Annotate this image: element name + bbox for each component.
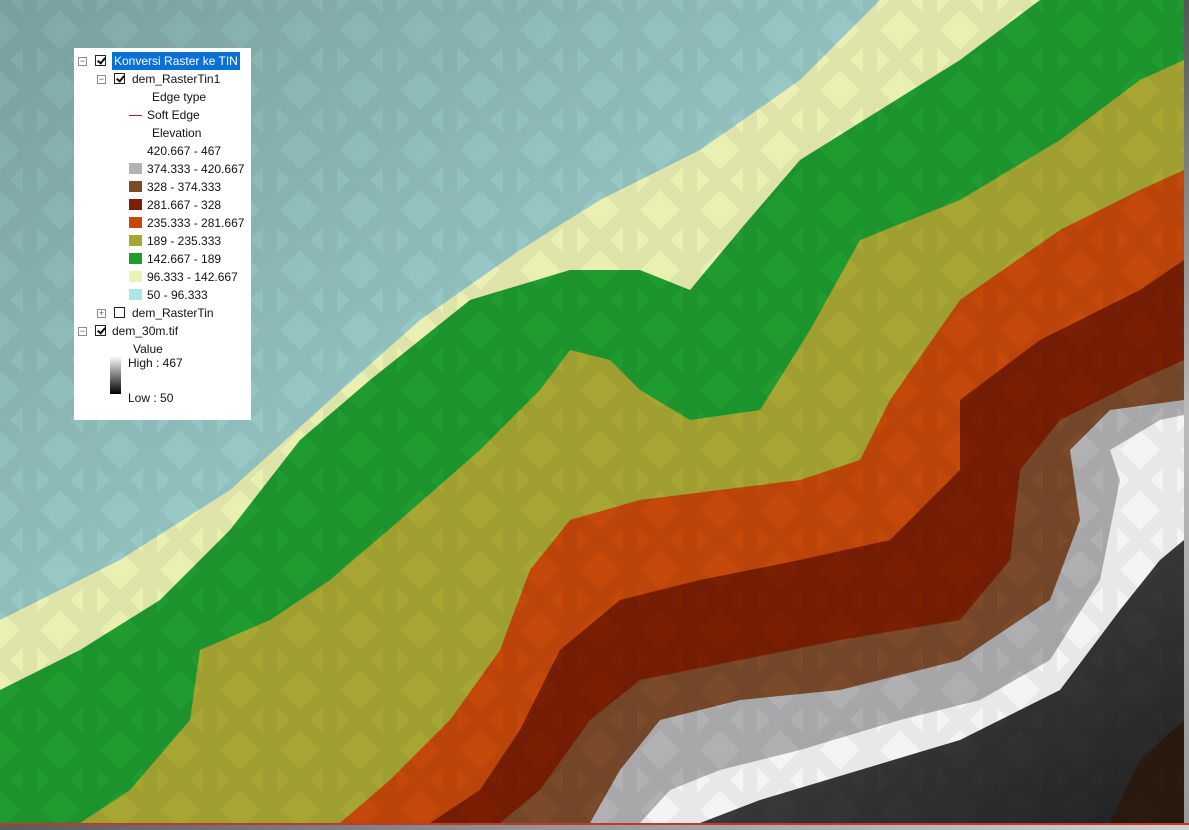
layer-visibility-checkbox[interactable] xyxy=(114,73,125,84)
class-color-swatch xyxy=(129,163,142,174)
collapse-icon[interactable]: − xyxy=(97,75,106,84)
group-label[interactable]: Konversi Raster ke TIN xyxy=(112,52,240,70)
window-edge-right xyxy=(1184,0,1189,830)
stretch-color-ramp xyxy=(110,356,121,394)
group-visibility-checkbox[interactable] xyxy=(95,55,106,66)
toc-layer-row[interactable]: − dem_30m.tif xyxy=(74,322,251,340)
toc-layer-row[interactable]: − dem_RasterTin1 xyxy=(74,70,251,88)
layer-name[interactable]: dem_30m.tif xyxy=(112,322,178,340)
class-range-label: 96.333 - 142.667 xyxy=(147,270,238,284)
class-color-swatch xyxy=(129,289,142,300)
collapse-icon[interactable]: − xyxy=(78,57,87,66)
class-color-swatch xyxy=(129,235,142,246)
layer-visibility-checkbox[interactable] xyxy=(114,307,125,318)
class-range-label: 235.333 - 281.667 xyxy=(147,216,245,230)
expand-icon[interactable]: + xyxy=(97,309,106,318)
class-color-swatch xyxy=(129,271,142,282)
class-color-swatch xyxy=(129,199,142,210)
soft-edge-line-symbol xyxy=(129,115,142,116)
class-color-swatch xyxy=(129,181,142,192)
legend-label: Soft Edge xyxy=(147,108,200,122)
class-range-label: 142.667 - 189 xyxy=(147,252,222,266)
legend-class-item: 142.667 - 189 xyxy=(74,250,251,268)
toc-group-row[interactable]: − Konversi Raster ke TIN xyxy=(74,52,251,70)
legend-class-item: 50 - 96.333 xyxy=(74,286,251,304)
legend-class-item: 374.333 - 420.667 xyxy=(74,160,251,178)
low-value-label: Low : 50 xyxy=(128,391,174,405)
layer-name[interactable]: dem_RasterTin1 xyxy=(132,70,220,88)
class-color-swatch xyxy=(129,217,142,228)
legend-class-item: 96.333 - 142.667 xyxy=(74,268,251,286)
layer-visibility-checkbox[interactable] xyxy=(95,325,106,336)
legend-class-item: 281.667 - 328 xyxy=(74,196,251,214)
high-value-label: High : 467 xyxy=(128,356,183,370)
legend-class-item: 189 - 235.333 xyxy=(74,232,251,250)
toc-layer-row[interactable]: + dem_RasterTin xyxy=(74,304,251,322)
collapse-icon[interactable]: − xyxy=(78,327,87,336)
class-color-swatch xyxy=(129,253,142,264)
legend-class-item: 420.667 - 467 xyxy=(74,142,251,160)
edge-type-heading: Edge type xyxy=(152,90,207,104)
class-range-label: 50 - 96.333 xyxy=(147,288,208,302)
class-range-label: 420.667 - 467 xyxy=(147,144,222,158)
legend-item-soft-edge: Soft Edge xyxy=(74,106,251,124)
table-of-contents: − Konversi Raster ke TIN − dem_RasterTin… xyxy=(74,48,251,420)
window-edge-bottom xyxy=(0,825,1189,830)
class-range-label: 328 - 374.333 xyxy=(147,180,222,194)
class-range-label: 281.667 - 328 xyxy=(147,198,222,212)
class-range-label: 189 - 235.333 xyxy=(147,234,222,248)
legend-class-item: 328 - 374.333 xyxy=(74,178,251,196)
elevation-heading: Elevation xyxy=(152,126,202,140)
class-range-label: 374.333 - 420.667 xyxy=(147,162,245,176)
legend-class-item: 235.333 - 281.667 xyxy=(74,214,251,232)
layer-name[interactable]: dem_RasterTin xyxy=(132,304,214,322)
class-color-swatch xyxy=(129,145,142,156)
